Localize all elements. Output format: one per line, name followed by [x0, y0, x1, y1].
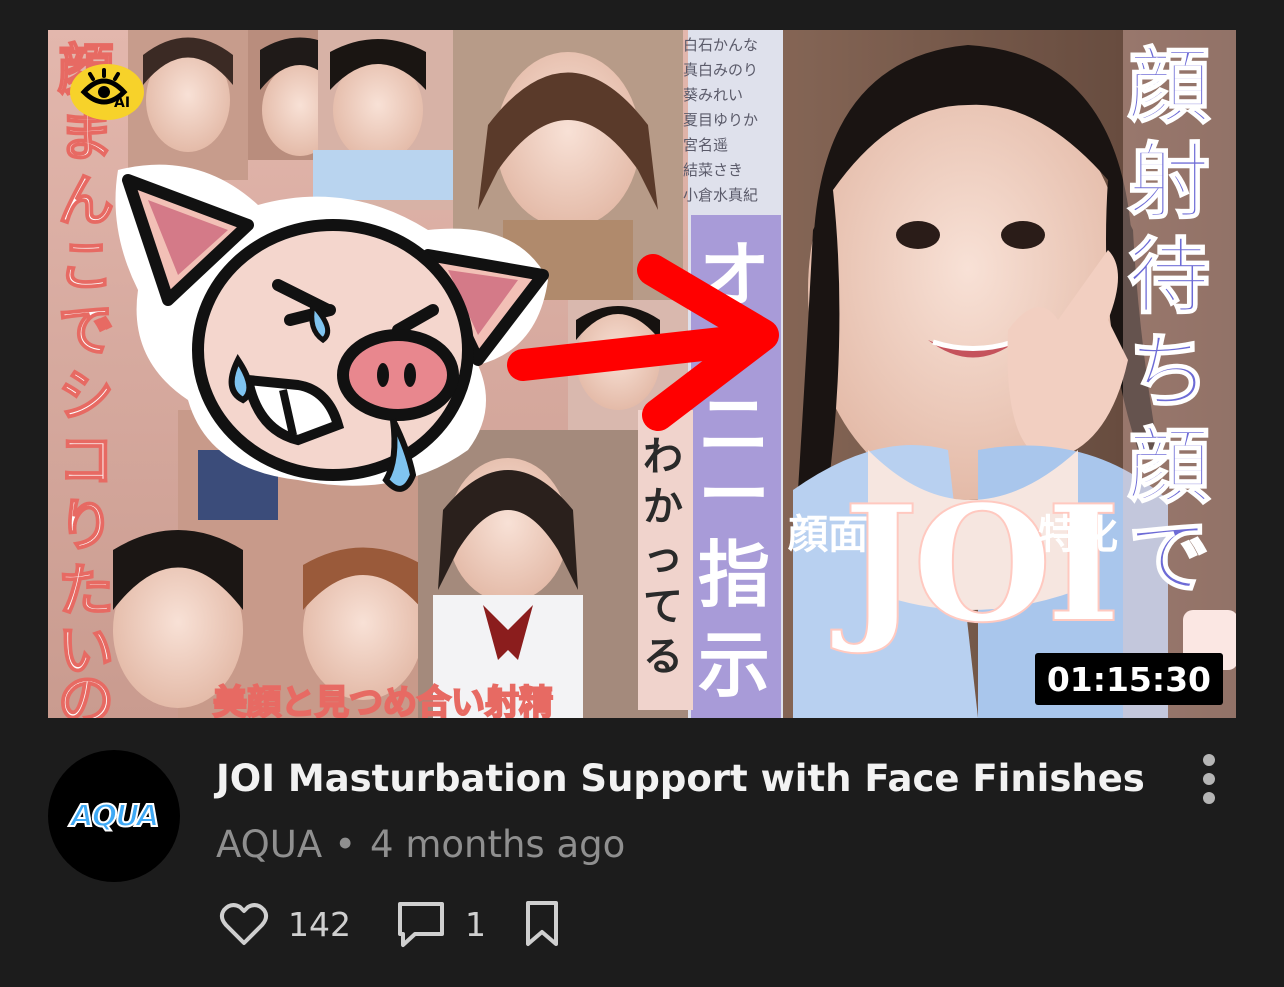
ai-badge-label: AI [114, 95, 131, 111]
svg-text:JOI: JOI [831, 470, 1115, 658]
svg-text:顔面: 顔面 [788, 512, 868, 558]
comment-count: 1 [465, 904, 486, 944]
svg-text:美顔と見つめ合い射精: 美顔と見つめ合い射精 [213, 683, 553, 718]
svg-text:ち: ち [1128, 325, 1210, 420]
svg-text:示: 示 [698, 623, 770, 707]
video-thumbnail[interactable]: 顔 ま ん こ で シ コ り た い の オ ナ ニ ー 指 示 [48, 30, 1236, 718]
speech-bubble-icon [398, 902, 444, 947]
video-duration: 01:15:30 [1034, 653, 1223, 705]
svg-text:葵みれい: 葵みれい [683, 86, 743, 104]
svg-text:夏目ゆりか: 夏目ゆりか [683, 111, 758, 129]
svg-text:顔: 顔 [1128, 420, 1211, 515]
ai-badge: AI [70, 64, 144, 120]
bookmark-icon [526, 901, 558, 946]
svg-text:わ: わ [643, 434, 683, 480]
svg-text:の: の [58, 669, 114, 718]
video-meta: AQUA • 4 months ago [216, 818, 625, 872]
svg-text:て: て [643, 584, 683, 630]
svg-text:真白みのり: 真白みのり [683, 61, 758, 79]
svg-text:顔: 顔 [1128, 40, 1211, 135]
svg-text:宮名遥: 宮名遥 [683, 136, 728, 154]
svg-text:こ: こ [58, 234, 114, 299]
svg-text:シ: シ [58, 364, 114, 429]
svg-text:小倉水真紀: 小倉水真紀 [683, 186, 758, 204]
eye-icon [80, 68, 128, 105]
more-options-button[interactable] [1190, 752, 1228, 808]
svg-text:白石かんな: 白石かんな [683, 36, 758, 54]
video-card: 顔 ま ん こ で シ コ り た い の オ ナ ニ ー 指 示 [0, 0, 1284, 987]
channel-name[interactable]: AQUA [216, 823, 322, 866]
svg-text:る: る [643, 634, 683, 680]
svg-text:ん: ん [58, 169, 114, 234]
svg-text:射: 射 [1128, 135, 1210, 230]
svg-text:で: で [1128, 510, 1210, 605]
like-button[interactable]: 142 [218, 900, 351, 948]
svg-text:指: 指 [698, 533, 770, 617]
channel-logo: AQUA [68, 798, 161, 835]
svg-text:特化: 特化 [1038, 512, 1118, 558]
svg-text:待: 待 [1128, 230, 1210, 325]
save-button[interactable] [522, 898, 562, 950]
heart-outline-icon [219, 903, 269, 945]
svg-text:AQUA: AQUA [69, 799, 158, 834]
thumbnail-image: 顔 ま ん こ で シ コ り た い の オ ナ ニ ー 指 示 [48, 30, 1236, 718]
svg-text:結菜さき: 結菜さき [683, 161, 743, 179]
svg-text:り: り [58, 494, 114, 559]
like-count: 142 [288, 904, 351, 944]
svg-text:ー: ー [698, 453, 770, 537]
svg-text:っ: っ [643, 534, 683, 580]
meta-separator: • [334, 823, 357, 866]
channel-avatar[interactable]: AQUA [48, 750, 180, 882]
video-title[interactable]: JOI Masturbation Support with Face Finis… [216, 754, 1166, 804]
svg-text:で: で [58, 299, 114, 364]
svg-text:コ: コ [58, 429, 114, 494]
comment-button[interactable]: 1 [395, 898, 486, 950]
video-actions: 142 1 [218, 896, 562, 952]
svg-text:た: た [58, 559, 114, 624]
vertical-dots-icon [1203, 754, 1215, 804]
svg-text:か: か [643, 484, 683, 530]
upload-age: 4 months ago [370, 823, 626, 866]
